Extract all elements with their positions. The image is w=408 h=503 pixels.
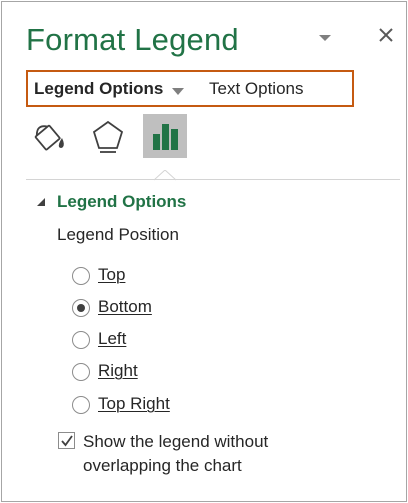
tab-text-options[interactable]: Text Options xyxy=(209,79,304,99)
effects-button[interactable] xyxy=(86,114,130,158)
bar-chart-icon xyxy=(153,124,178,150)
paint-bucket-icon xyxy=(34,124,64,151)
radio-button[interactable] xyxy=(72,363,90,381)
overlap-label-line2: overlapping the chart xyxy=(83,456,242,475)
tab-legend-options-dropdown[interactable] xyxy=(171,84,185,95)
options-tab-bar: Legend Options Text Options xyxy=(26,70,354,107)
chevron-down-icon xyxy=(319,35,331,41)
radio-button[interactable] xyxy=(72,396,90,414)
radio-label: Right xyxy=(98,361,138,380)
fill-line-button[interactable] xyxy=(28,114,72,158)
section-title-legend-options[interactable]: Legend Options xyxy=(57,192,186,212)
radio-label: Top xyxy=(98,265,126,284)
collapse-triangle-icon[interactable] xyxy=(36,197,46,207)
tab-legend-options[interactable]: Legend Options xyxy=(34,79,163,99)
overlap-checkbox-label: Show the legend without overlapping the … xyxy=(83,430,268,478)
pane-title: Format Legend xyxy=(26,22,239,57)
dropdown-arrow-icon xyxy=(172,88,184,95)
close-icon xyxy=(379,28,393,42)
checkmark-icon xyxy=(61,435,73,447)
pane-options-dropdown[interactable] xyxy=(314,30,336,46)
radio-label: Left xyxy=(98,329,127,348)
section-divider xyxy=(26,179,400,180)
overlap-checkbox[interactable] xyxy=(58,432,75,449)
radio-button[interactable] xyxy=(72,267,90,285)
radio-button[interactable] xyxy=(72,331,90,349)
radio-label: Top Right xyxy=(98,394,170,413)
show-legend-without-overlap-option[interactable]: Show the legend without overlapping the … xyxy=(58,430,358,478)
radio-button[interactable] xyxy=(72,299,90,317)
close-button[interactable] xyxy=(374,23,398,47)
overlap-label-line1: Show the legend without xyxy=(83,432,269,451)
radio-label: Bottom xyxy=(98,297,152,316)
format-legend-pane: Format Legend Legend Options Text Option… xyxy=(1,1,407,502)
pentagon-icon xyxy=(92,120,124,153)
legend-options-button[interactable] xyxy=(143,114,187,158)
legend-position-label: Legend Position xyxy=(57,225,179,244)
